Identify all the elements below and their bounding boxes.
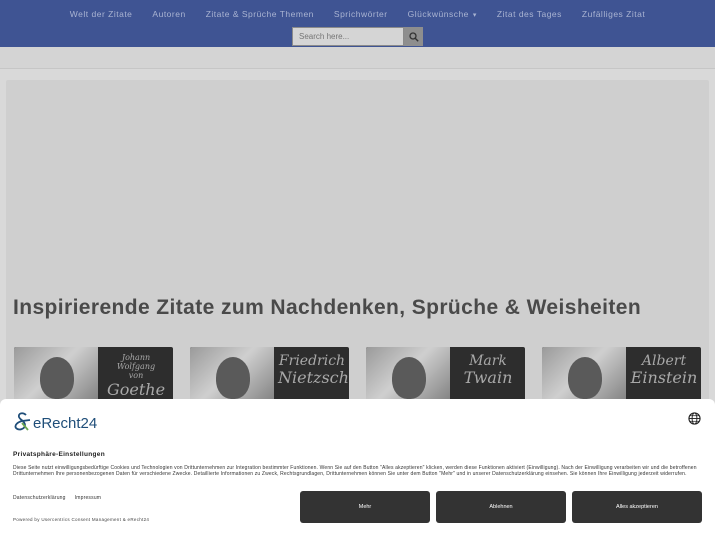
author-name: Albert Einstein: [630, 353, 698, 387]
secondary-bar: [0, 47, 715, 69]
author-name: Johann Wolfgang von Goethe: [102, 353, 170, 399]
author-name-line: Friedrich: [278, 353, 346, 369]
language-globe-icon[interactable]: [688, 412, 701, 425]
imprint-link[interactable]: Impressum: [75, 495, 102, 501]
menu-item-glueckwuensche[interactable]: Glückwünsche ▾: [398, 5, 487, 23]
search-button[interactable]: [404, 27, 423, 46]
author-name-line: Goethe: [106, 379, 166, 399]
author-name-line: Johann Wolfgang: [116, 353, 156, 372]
decline-button[interactable]: Ablehnen: [436, 491, 566, 523]
ampersand-logo-icon: [14, 412, 31, 431]
author-name: Friedrich Nietzsche: [278, 353, 349, 388]
author-name-line: Mark: [469, 353, 507, 369]
author-portrait: [14, 347, 98, 407]
author-portrait: [190, 347, 274, 407]
accept-all-button[interactable]: Alles akzeptieren: [572, 491, 702, 523]
author-name: Mark Twain: [454, 353, 522, 387]
menu-item-themen[interactable]: Zitate & Sprüche Themen: [196, 5, 324, 23]
brand-name: eRecht24: [33, 414, 98, 432]
search-form: [292, 27, 423, 46]
search-icon: [408, 31, 419, 42]
author-card-twain[interactable]: Mark Twain: [366, 347, 525, 407]
menu-item-sprichwoerter[interactable]: Sprichwörter: [324, 5, 398, 23]
more-button[interactable]: Mehr: [300, 491, 430, 523]
consent-description: Diese Seite nutzt einwilligungsbedürftig…: [13, 465, 697, 478]
author-card-einstein[interactable]: Albert Einstein: [542, 347, 701, 407]
menu-item-autoren[interactable]: Autoren: [142, 5, 195, 23]
author-portrait: [366, 347, 450, 407]
author-name-line: Nietzsche: [278, 368, 349, 388]
menu-item-label: Glückwünsche: [407, 9, 469, 19]
author-name-line: Twain: [463, 368, 513, 388]
author-card-goethe[interactable]: Johann Wolfgang von Goethe: [14, 347, 173, 407]
main-menu: Welt der Zitate Autoren Zitate & Sprüche…: [0, 5, 715, 23]
menu-item-zufaelliges-zitat[interactable]: Zufälliges Zitat: [572, 5, 655, 23]
page-title: Inspirierende Zitate zum Nachdenken, Spr…: [13, 296, 642, 319]
consent-links: Datenschutzerklärung Impressum: [13, 495, 101, 501]
author-portrait: [542, 347, 626, 407]
consent-title: Privatsphäre-Einstellungen: [13, 451, 105, 458]
powered-by-text: Powered by Usercentrics Consent Manageme…: [13, 517, 150, 522]
top-navigation: Welt der Zitate Autoren Zitate & Sprüche…: [0, 0, 715, 47]
author-name-line: Einstein: [630, 368, 698, 388]
privacy-policy-link[interactable]: Datenschutzerklärung: [13, 495, 66, 501]
author-cards: Johann Wolfgang von Goethe Friedrich Nie…: [14, 347, 701, 407]
author-name-line: Albert: [641, 353, 687, 369]
menu-item-zitat-des-tages[interactable]: Zitat des Tages: [487, 5, 572, 23]
search-input[interactable]: [292, 27, 404, 46]
author-card-nietzsche[interactable]: Friedrich Nietzsche: [190, 347, 349, 407]
erecht24-logo: eRecht24: [13, 412, 97, 434]
chevron-down-icon: ▾: [472, 12, 477, 19]
menu-item-welt-der-zitate[interactable]: Welt der Zitate: [60, 5, 143, 23]
